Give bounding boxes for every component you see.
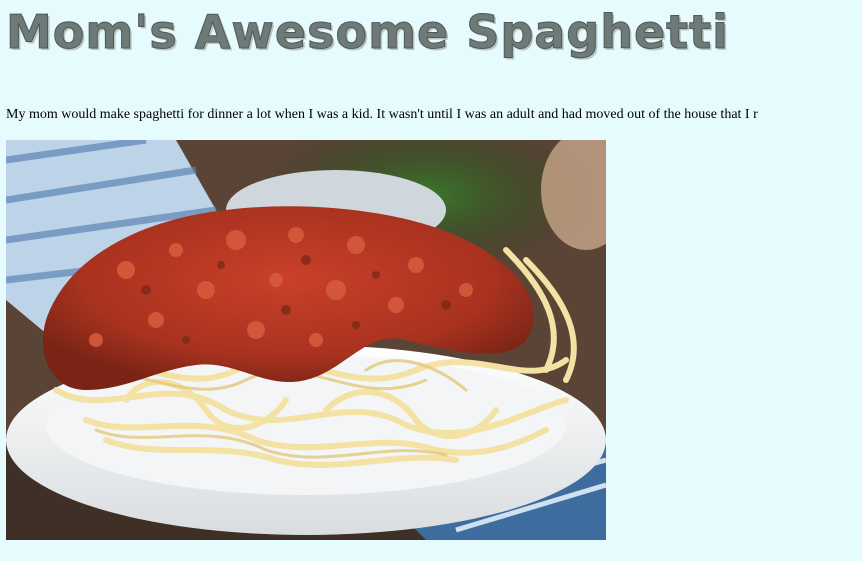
page: Mom's Awesome Spaghetti My mom would mak…	[0, 0, 862, 561]
spaghetti-illustration	[6, 140, 606, 540]
intro-paragraph: My mom would make spaghetti for dinner a…	[6, 107, 758, 122]
spaghetti-photo	[6, 140, 606, 540]
page-title: Mom's Awesome Spaghetti	[6, 5, 729, 60]
